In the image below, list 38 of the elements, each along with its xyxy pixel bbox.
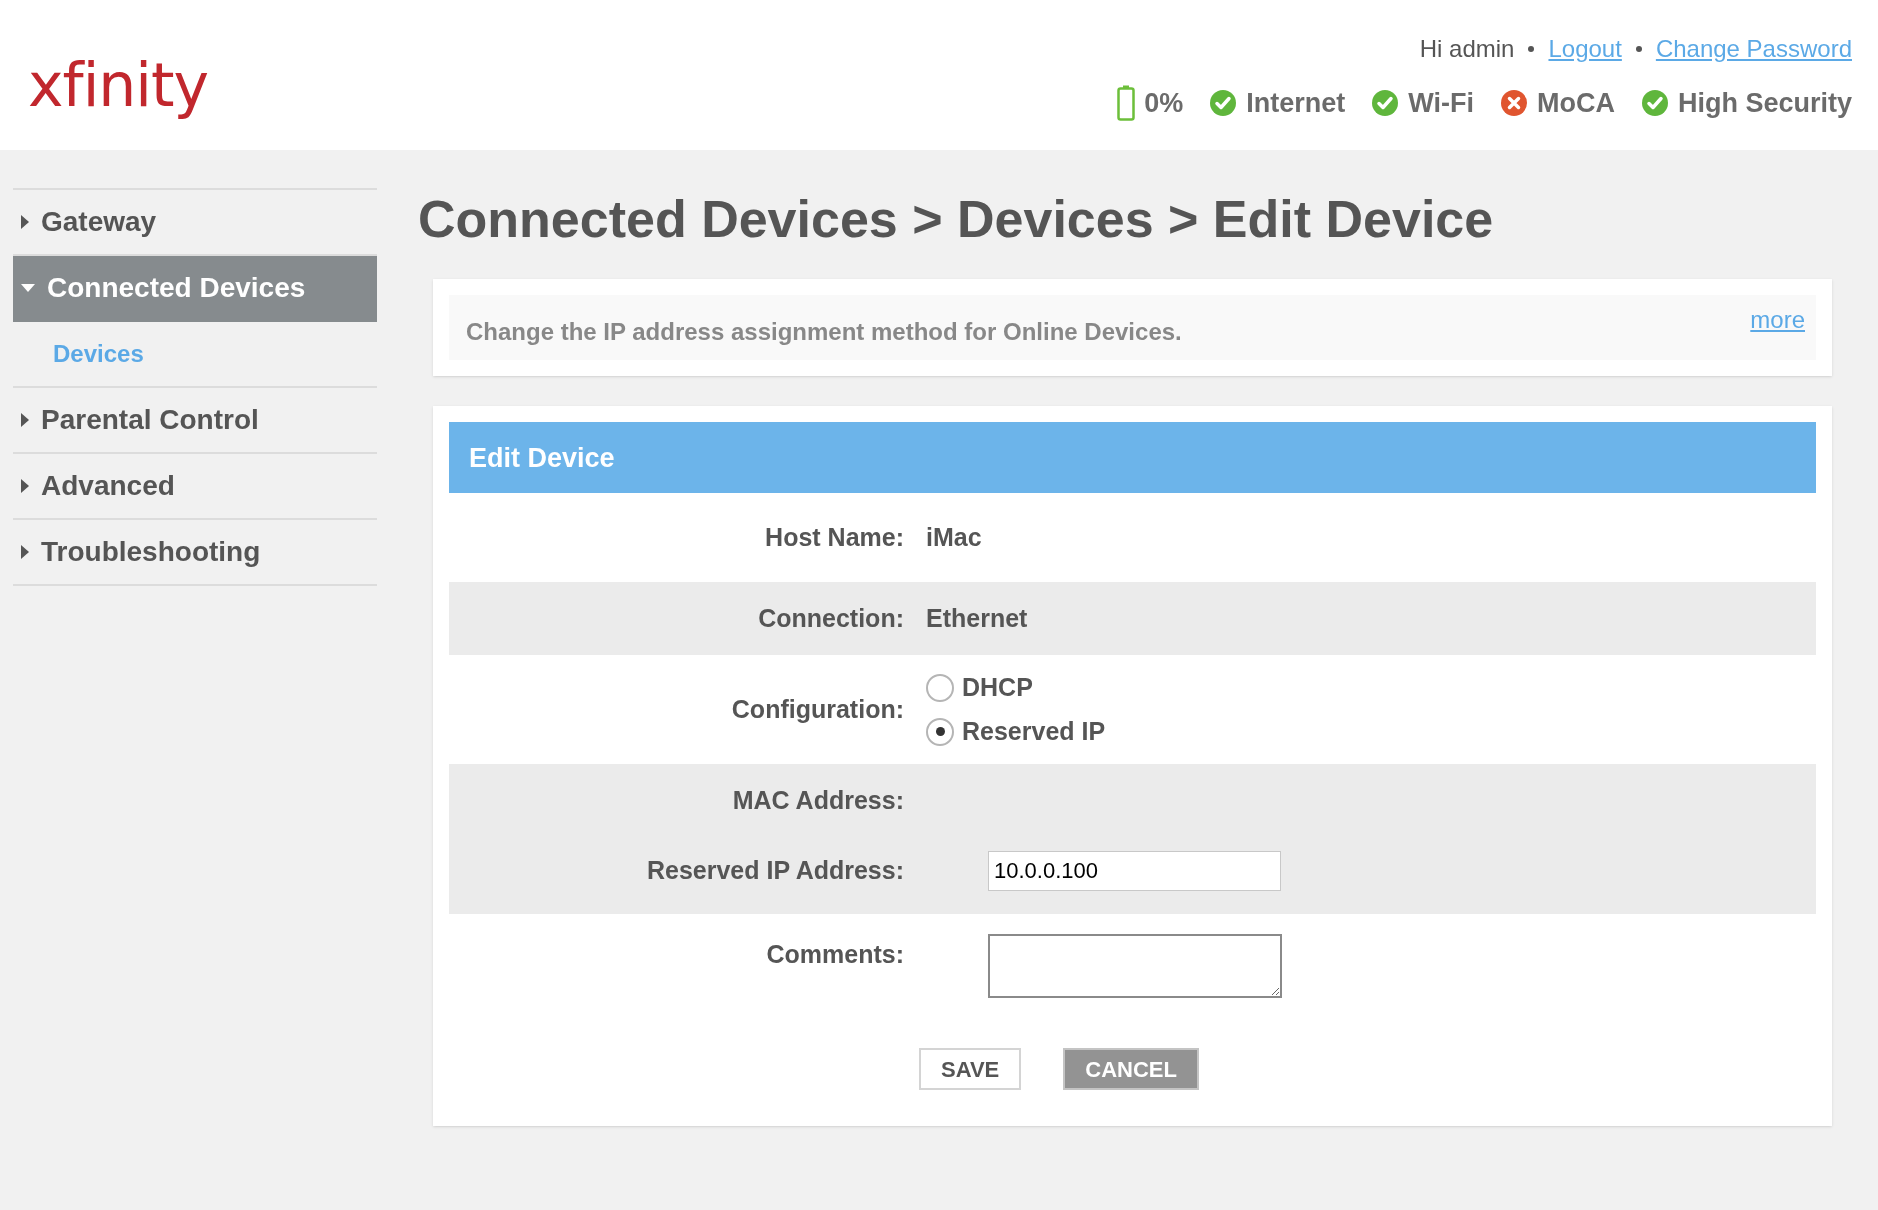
status-label: 0% [1144,86,1184,120]
field-label: MAC Address: [731,785,904,817]
radio-button[interactable] [926,674,954,703]
caret-right-icon [21,215,29,229]
sidebar-item[interactable]: Parental Control [13,388,377,454]
field-value: iMac [926,522,982,554]
caret-down-icon [21,284,35,292]
page-title: Connected Devices > Devices > Edit Device [418,189,1495,250]
field-label: Connection: [757,603,904,635]
radio-label: Reserved IP [962,715,1106,747]
battery-icon [1117,85,1136,121]
field-label: Host Name: [764,522,904,554]
field-label: Configuration: [730,694,904,726]
sidebar-item[interactable]: Troubleshooting [13,520,377,586]
radio-button[interactable] [926,717,954,746]
error-circle-icon [1499,89,1528,117]
field-label: Comments: [765,939,904,971]
sidebar-item[interactable]: Advanced [13,454,377,520]
status-label: Wi-Fi [1408,86,1474,120]
field-label: Reserved IP Address: [645,855,904,887]
status-label: MoCA [1536,86,1615,120]
sidebar-item[interactable]: Connected Devices [13,256,377,322]
greeting-text: Hi admin [1419,33,1515,64]
check-circle-icon [1209,89,1238,117]
caret-right-icon [21,413,29,427]
check-circle-icon [1640,89,1669,117]
info-text: Change the IP address assignment method for Online Devices. [466,317,1182,348]
status-label: High Security [1677,86,1852,120]
radio-label: DHCP [962,672,1033,704]
save-button[interactable]: SAVE [919,1048,1022,1091]
check-circle-icon [1371,89,1400,117]
ip-address-field[interactable]: 10.0.0.100 [988,850,1281,891]
caret-right-icon [21,479,29,493]
status-label: Internet [1246,86,1346,120]
form-title: Edit Device [469,441,615,475]
comments-field[interactable] [988,934,1282,999]
field-value: Ethernet [926,603,1028,635]
caret-right-icon [21,545,29,559]
